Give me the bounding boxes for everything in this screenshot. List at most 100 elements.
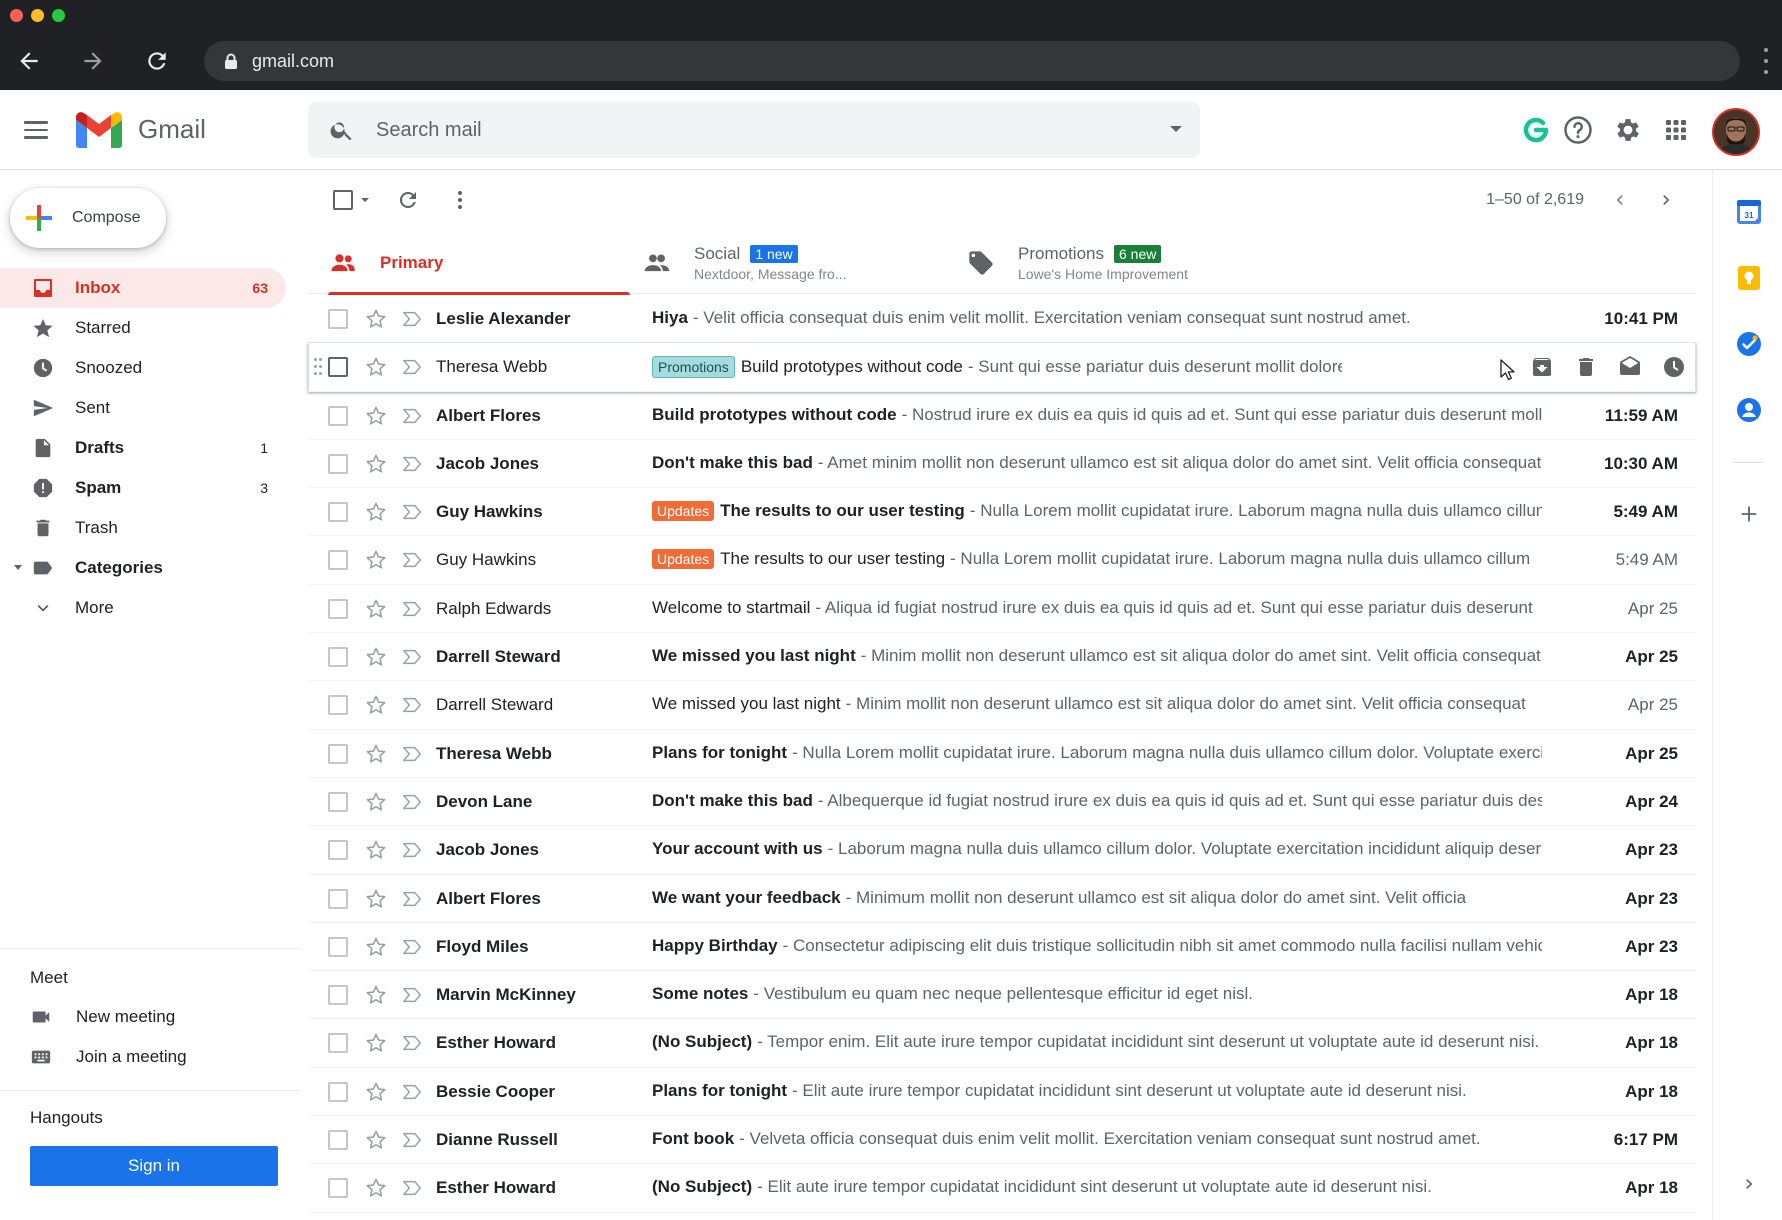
importance-marker-icon[interactable]: [401, 405, 423, 427]
star-icon[interactable]: [364, 983, 388, 1007]
email-row[interactable]: Theresa Webb Plans for tonight - Nulla L…: [308, 729, 1696, 778]
row-checkbox[interactable]: [328, 888, 348, 909]
calendar-icon[interactable]: 31: [1735, 198, 1763, 226]
category-label-badge[interactable]: Updates: [652, 549, 715, 570]
sidebar-item-trash[interactable]: Trash: [0, 508, 286, 548]
row-checkbox[interactable]: [328, 647, 348, 668]
importance-marker-icon[interactable]: [401, 453, 423, 475]
email-row[interactable]: Floyd Miles Happy Birthday - Consectetur…: [308, 922, 1696, 972]
email-row[interactable]: Bessie Cooper Plans for tonight - Elit a…: [308, 1067, 1696, 1117]
row-checkbox[interactable]: [328, 743, 348, 764]
sidebar-item-sent[interactable]: Sent: [0, 388, 286, 428]
importance-marker-icon[interactable]: [401, 694, 423, 716]
close-window-button[interactable]: [10, 9, 23, 22]
email-row[interactable]: Darrell Steward We missed you last night…: [308, 633, 1696, 682]
tab-promotions[interactable]: Promotions 6 new Lowe's Home Improvement: [966, 232, 1188, 294]
keep-notes-icon[interactable]: [1735, 264, 1763, 292]
importance-marker-icon[interactable]: [401, 598, 423, 620]
row-checkbox[interactable]: [328, 1178, 348, 1199]
star-icon[interactable]: [364, 1128, 388, 1152]
more-options-button[interactable]: [442, 182, 478, 218]
gmail-logo-icon[interactable]: [76, 112, 122, 148]
email-row[interactable]: Darrell Steward We missed you last night…: [308, 681, 1696, 730]
drag-handle-icon[interactable]: [314, 358, 322, 376]
tasks-icon[interactable]: [1735, 330, 1763, 358]
star-icon[interactable]: [364, 452, 388, 476]
sidebar-item-spam[interactable]: Spam 3: [0, 468, 286, 508]
reload-button[interactable]: [140, 44, 174, 78]
search-options-icon[interactable]: [1170, 126, 1182, 132]
apps-grid-icon[interactable]: [1656, 110, 1696, 150]
importance-marker-icon[interactable]: [401, 646, 423, 668]
importance-marker-icon[interactable]: [401, 308, 423, 330]
sidebar-item-inbox[interactable]: Inbox 63: [0, 268, 286, 308]
address-bar[interactable]: gmail.com: [204, 41, 1740, 81]
sidebar-item-snoozed[interactable]: Snoozed: [0, 348, 286, 388]
email-row[interactable]: Leslie Alexander Hiya - Velit officia co…: [308, 295, 1696, 344]
importance-marker-icon[interactable]: [401, 888, 423, 910]
snooze-clock-icon[interactable]: [1660, 353, 1688, 381]
star-icon[interactable]: [364, 1080, 388, 1104]
importance-marker-icon[interactable]: [401, 501, 423, 523]
search-input[interactable]: [376, 118, 1136, 142]
help-icon[interactable]: [1558, 110, 1598, 150]
importance-marker-icon[interactable]: [401, 549, 423, 571]
join-meeting-button[interactable]: Join a meeting: [30, 1040, 187, 1074]
archive-icon[interactable]: [1528, 353, 1556, 381]
minimize-window-button[interactable]: [31, 9, 44, 22]
importance-marker-icon[interactable]: [401, 356, 423, 378]
email-row[interactable]: Jacob Jones Your account with us - Labor…: [308, 826, 1696, 875]
expand-caret-icon[interactable]: [14, 565, 22, 570]
star-icon[interactable]: [364, 645, 388, 669]
star-icon[interactable]: [364, 597, 388, 621]
importance-marker-icon[interactable]: [401, 1032, 423, 1054]
row-checkbox[interactable]: [328, 840, 348, 861]
star-icon[interactable]: [364, 355, 388, 379]
importance-marker-icon[interactable]: [401, 1129, 423, 1151]
browser-menu-icon[interactable]: [1762, 48, 1770, 74]
star-icon[interactable]: [364, 887, 388, 911]
star-icon[interactable]: [364, 1176, 388, 1200]
refresh-button[interactable]: [390, 182, 426, 218]
star-icon[interactable]: [364, 404, 388, 428]
email-row[interactable]: Jacob Jones Don't make this bad - Amet m…: [308, 439, 1696, 489]
sidebar-item-categories[interactable]: Categories: [0, 548, 286, 588]
star-icon[interactable]: [364, 1031, 388, 1055]
settings-gear-icon[interactable]: [1608, 110, 1648, 150]
row-checkbox[interactable]: [328, 453, 348, 474]
category-label-badge[interactable]: Updates: [652, 501, 715, 522]
sidebar-item-starred[interactable]: Starred: [0, 308, 286, 348]
search-icon[interactable]: [328, 116, 356, 144]
maximize-window-button[interactable]: [52, 9, 65, 22]
add-addon-icon[interactable]: [1735, 500, 1763, 528]
importance-marker-icon[interactable]: [401, 839, 423, 861]
importance-marker-icon[interactable]: [401, 936, 423, 958]
grammarly-icon[interactable]: [1516, 110, 1556, 150]
email-row[interactable]: Albert Flores Build prototypes without c…: [308, 391, 1696, 440]
star-icon[interactable]: [364, 307, 388, 331]
search-bar[interactable]: [308, 102, 1200, 158]
star-icon[interactable]: [364, 548, 388, 572]
star-icon[interactable]: [364, 790, 388, 814]
star-icon[interactable]: [364, 693, 388, 717]
contacts-icon[interactable]: [1735, 396, 1763, 424]
email-row[interactable]: Theresa Webb Promotions Build prototypes…: [308, 343, 1696, 392]
tab-primary[interactable]: Primary: [328, 232, 630, 295]
select-options-caret-icon[interactable]: [361, 198, 369, 202]
forward-button[interactable]: [76, 44, 110, 78]
row-checkbox[interactable]: [328, 405, 348, 426]
tab-social[interactable]: Social 1 new Nextdoor, Message fro...: [642, 232, 847, 294]
row-checkbox[interactable]: [328, 1081, 348, 1102]
star-icon[interactable]: [364, 742, 388, 766]
row-checkbox[interactable]: [328, 791, 348, 812]
sidebar-item-drafts[interactable]: Drafts 1: [0, 428, 286, 468]
email-row[interactable]: Guy Hawkins Updates The results to our u…: [308, 488, 1696, 537]
email-row[interactable]: Albert Flores We want your feedback - Mi…: [308, 874, 1696, 923]
importance-marker-icon[interactable]: [401, 984, 423, 1006]
row-checkbox[interactable]: [328, 502, 348, 523]
importance-marker-icon[interactable]: [401, 1177, 423, 1199]
email-row[interactable]: Devon Lane Don't make this bad - Albeque…: [308, 777, 1696, 827]
row-checkbox[interactable]: [328, 1033, 348, 1054]
email-row[interactable]: Dianne Russell Font book - Velveta offic…: [308, 1116, 1696, 1165]
account-avatar[interactable]: [1712, 108, 1760, 156]
